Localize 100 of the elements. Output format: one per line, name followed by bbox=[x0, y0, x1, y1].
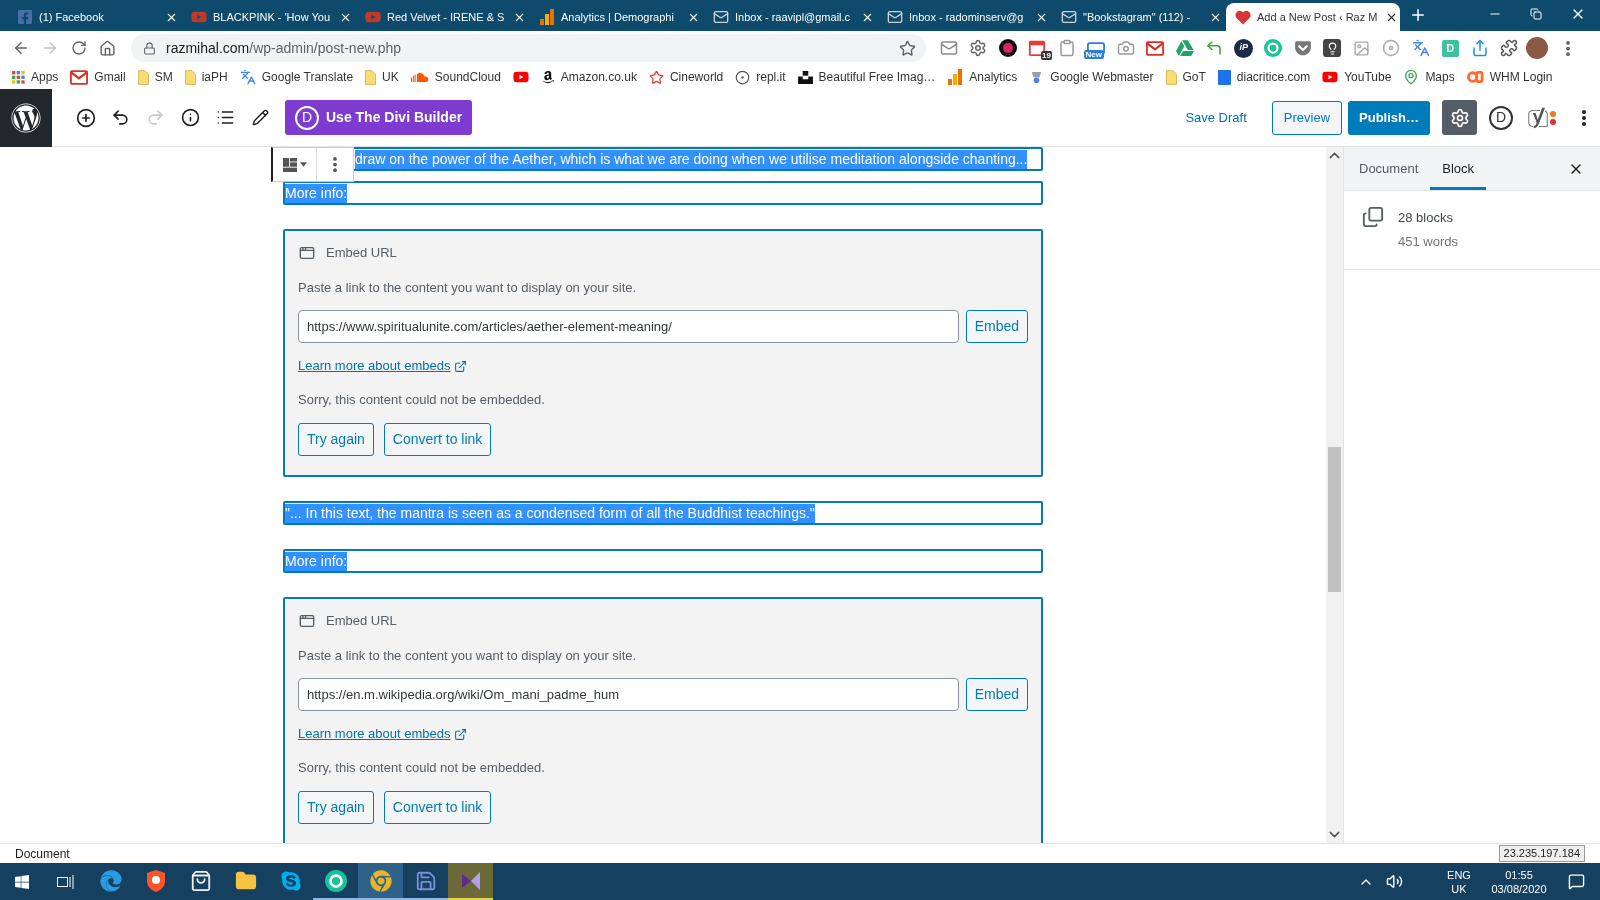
menu-icon bbox=[1566, 40, 1570, 56]
reload-icon bbox=[70, 40, 87, 56]
address-bar[interactable]: razmihal.com/wp-admin/post-new.php bbox=[131, 34, 926, 62]
bookmark-link[interactable]: iaPH bbox=[184, 68, 228, 86]
bookmark-link[interactable]: Amazon.co.uk bbox=[540, 68, 637, 86]
try-again-button[interactable]: Try again bbox=[298, 791, 374, 824]
pocket-icon bbox=[1293, 39, 1312, 57]
embed-error-text: Sorry, this content could not be embedded. bbox=[298, 759, 546, 777]
apps-grid-icon bbox=[12, 70, 25, 84]
folder-icon bbox=[137, 69, 149, 85]
browser-tab[interactable]: "Bookstagram" (112) - bbox=[1052, 3, 1226, 31]
menu-icon bbox=[333, 157, 337, 172]
bookmark-link[interactable]: Apps bbox=[12, 68, 59, 86]
browser-window-icon bbox=[298, 245, 316, 261]
redo-icon bbox=[146, 108, 165, 127]
paragraph-text: "... In this text, the mantra is seen as a condensed form of all the Buddhist teachings." bbox=[285, 503, 815, 523]
star-icon bbox=[898, 39, 916, 57]
task-view-icon bbox=[57, 873, 75, 890]
tile-icon bbox=[1217, 69, 1231, 85]
extension-button[interactable]: 19 bbox=[1022, 35, 1052, 61]
embed-instructions: Paste a link to the content you want to display on your site. bbox=[298, 647, 638, 665]
preview-button[interactable]: Preview bbox=[1271, 100, 1343, 135]
bookmark-link[interactable]: Beautiful Free Imag… bbox=[797, 68, 936, 86]
divi-button[interactable]: D bbox=[1489, 105, 1513, 130]
drive-icon bbox=[1175, 39, 1194, 57]
language-button[interactable]: ENG UK bbox=[1442, 867, 1476, 896]
scrollbar[interactable] bbox=[1326, 147, 1343, 843]
external-link-icon bbox=[454, 727, 468, 741]
browser-tab[interactable]: Analytics | Demographi bbox=[530, 3, 704, 31]
tile-icon bbox=[1441, 39, 1459, 57]
browser-tab[interactable]: Red Velvet - IRENE & S bbox=[356, 3, 530, 31]
sidebar-tab[interactable]: Block bbox=[1430, 147, 1487, 190]
browser-tab[interactable]: (1) Facebook bbox=[8, 3, 182, 31]
clipboard-icon bbox=[1057, 39, 1076, 57]
home-icon bbox=[99, 39, 116, 57]
bookmark-link[interactable]: Maps bbox=[1403, 68, 1455, 86]
embed-block[interactable] bbox=[283, 229, 1043, 477]
bookmark-link[interactable]: Google Translate bbox=[239, 68, 354, 86]
youtube-icon bbox=[191, 9, 207, 25]
bookmark-link[interactable]: WHM Login bbox=[1466, 68, 1553, 86]
embed-block[interactable] bbox=[283, 597, 1043, 843]
status-dots-icon bbox=[1550, 110, 1556, 125]
embed-button[interactable]: Embed bbox=[965, 310, 1028, 343]
plus-circle-icon bbox=[75, 107, 96, 128]
settings-button[interactable] bbox=[1442, 100, 1477, 135]
embed-button[interactable]: Embed bbox=[965, 678, 1028, 711]
clock-button[interactable]: 01:55 03/08/2020 bbox=[1486, 867, 1552, 896]
browser-tab[interactable]: Inbox - raavipl@gmail.c bbox=[704, 3, 878, 31]
browser-tab[interactable]: BLACKPINK - 'How You bbox=[182, 3, 356, 31]
paragraph-text: draw on the power of the Aether, which is what we are doing when we utilise meditation alongside chanting... bbox=[355, 149, 1028, 169]
save-draft-button[interactable]: Save Draft bbox=[1175, 100, 1257, 135]
bookmark-link[interactable]: Gmail bbox=[70, 68, 126, 86]
bookmark-link[interactable]: repl.it bbox=[735, 68, 786, 86]
bookmark-link[interactable]: diacritice.com bbox=[1217, 68, 1311, 86]
taskbar-app-button[interactable] bbox=[448, 863, 493, 900]
lock-icon bbox=[143, 41, 156, 55]
url-input[interactable]: https://en.m.wikipedia.org/wiki/Om_mani_padme_hum bbox=[298, 678, 959, 711]
list-icon bbox=[216, 108, 235, 127]
extension-button[interactable]: New bbox=[1081, 35, 1111, 61]
amazon-icon bbox=[540, 70, 555, 84]
bookmark-link[interactable]: SoundCloud bbox=[410, 68, 501, 86]
skype-icon bbox=[279, 869, 302, 892]
avatar[interactable] bbox=[1526, 37, 1548, 59]
convert-to-link-button[interactable]: Convert to link bbox=[383, 791, 492, 824]
convert-to-link-button[interactable]: Convert to link bbox=[383, 423, 492, 456]
scrollbar-thumb[interactable] bbox=[1328, 447, 1341, 592]
extension-button[interactable]: iP bbox=[1229, 35, 1259, 61]
embed-title: Embed URL bbox=[326, 612, 397, 631]
bookmark-link[interactable]: YouTube bbox=[1322, 68, 1392, 86]
learn-more-link[interactable]: Learn more about embeds bbox=[298, 724, 451, 744]
url-input[interactable]: https://www.spiritualunite.com/articles/aether-element-meaning/ bbox=[298, 310, 959, 343]
blocks-logo-icon bbox=[797, 70, 813, 84]
youtube-icon bbox=[512, 69, 529, 85]
logo-icon bbox=[1466, 71, 1484, 83]
browser-tab[interactable]: Inbox - radominserv@g bbox=[878, 3, 1052, 31]
blocks-copy-icon bbox=[1362, 206, 1384, 228]
bookmark-link[interactable]: Google Webmaster bbox=[1029, 68, 1154, 86]
bookmark-link[interactable]: UK bbox=[365, 68, 399, 86]
bookmark-link[interactable]: Analytics bbox=[947, 68, 1018, 86]
publish-button[interactable]: Publish… bbox=[1348, 100, 1430, 135]
learn-more-link[interactable]: Learn more about embeds bbox=[298, 356, 451, 376]
bookmark-link[interactable] bbox=[512, 69, 529, 85]
menu-icon bbox=[1582, 109, 1586, 126]
divi-builder-button[interactable]: D Use The Divi Builder bbox=[285, 100, 473, 135]
envelope-icon bbox=[1146, 40, 1165, 56]
sidebar-tab[interactable]: Document bbox=[1347, 147, 1431, 190]
bookmark-link[interactable]: Cineworld bbox=[648, 68, 724, 86]
wordpress-logo-button[interactable] bbox=[0, 88, 52, 147]
try-again-button[interactable]: Try again bbox=[298, 423, 374, 456]
share-icon bbox=[1470, 39, 1489, 57]
chrome-icon bbox=[369, 869, 392, 892]
paragraph-text: More info: bbox=[285, 183, 348, 203]
gear-icon bbox=[969, 39, 988, 57]
bookmark-link[interactable]: GoT bbox=[1165, 68, 1206, 86]
browser-tab[interactable]: Add a New Post ‹ Raz M bbox=[1226, 3, 1400, 31]
camera-icon bbox=[1116, 39, 1135, 57]
external-link-icon bbox=[454, 359, 468, 373]
folder-icon bbox=[184, 69, 196, 85]
envelope-icon bbox=[70, 69, 89, 85]
bookmark-link[interactable]: SM bbox=[137, 68, 173, 86]
